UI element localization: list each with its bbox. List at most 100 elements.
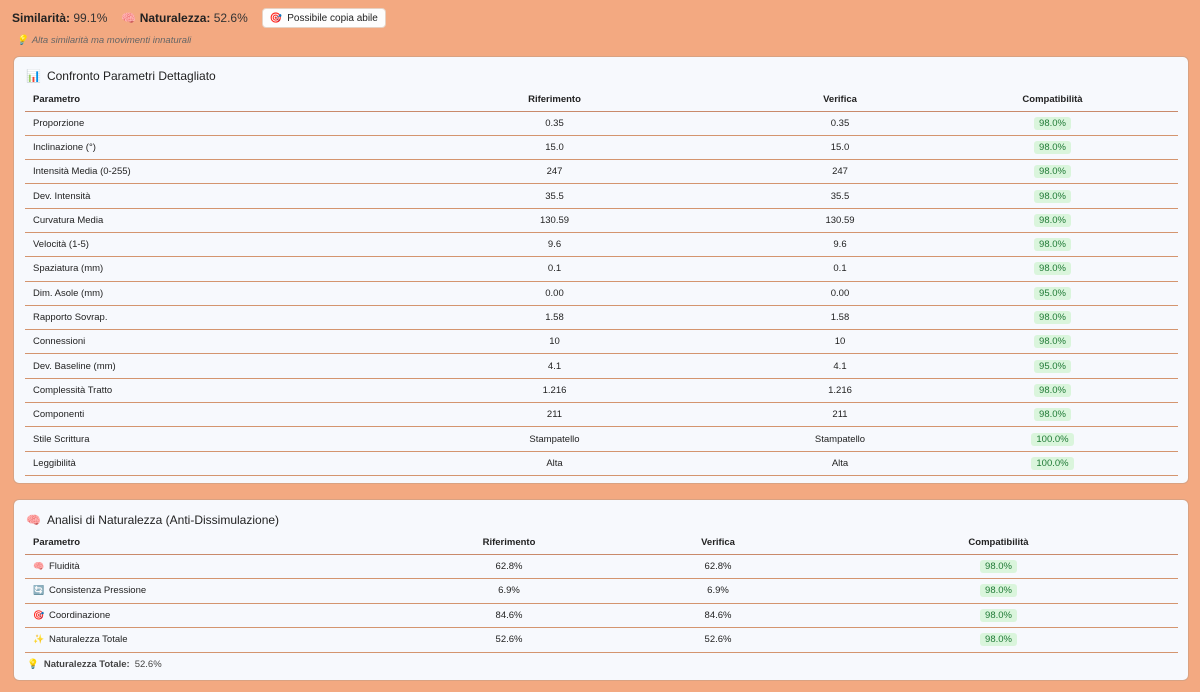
verdict-badge: 🎯 Possibile copia abile bbox=[261, 8, 386, 28]
ref-value: 247 bbox=[356, 159, 753, 185]
repeat-icon: 🔄 bbox=[33, 585, 45, 596]
ver-value: 1.58 bbox=[753, 305, 927, 331]
nat-compat-cell: 98.0% bbox=[819, 603, 1178, 628]
param-name: Intensità Media (0-255) bbox=[25, 159, 356, 185]
table-row: Curvatura Media 130.59 130.59 98.0% bbox=[25, 208, 1178, 233]
ref-value: 15.0 bbox=[356, 135, 753, 161]
nat-ref-value: 62.8% bbox=[401, 554, 617, 579]
nat-ver-value: 62.8% bbox=[617, 554, 819, 579]
ver-value: Alta bbox=[753, 451, 927, 476]
compat-cell: 100.0% bbox=[927, 426, 1178, 452]
nat-param-name: 🎯 Coordinazione bbox=[25, 603, 401, 628]
ref-value: 130.59 bbox=[356, 208, 753, 233]
compat-cell: 98.0% bbox=[927, 256, 1178, 282]
param-table-header: Parametro Riferimento Verifica Compatibilit… bbox=[25, 89, 1178, 112]
col-header-verifica: Verifica bbox=[753, 89, 927, 112]
table-row: ✨ Naturalezza Totale 52.6% 52.6% 98.0% bbox=[25, 627, 1178, 653]
ref-value: 0.35 bbox=[356, 111, 753, 136]
ref-value: 35.5 bbox=[356, 183, 753, 209]
compat-cell: 98.0% bbox=[927, 305, 1178, 331]
compat-badge: 98.0% bbox=[980, 633, 1017, 647]
ver-value: 15.0 bbox=[753, 135, 927, 161]
compat-badge: 98.0% bbox=[1034, 189, 1071, 203]
nat-card-title-text: Analisi di Naturalezza (Anti-Dissimulazi… bbox=[46, 513, 280, 527]
nat-param-name: ✨ Naturalezza Totale bbox=[25, 627, 401, 653]
table-row: Inclinazione (°) 15.0 15.0 98.0% bbox=[25, 135, 1178, 161]
ver-value: 0.1 bbox=[753, 256, 927, 282]
hint-text: 💡 Alta similarità ma movimenti innatural… bbox=[16, 35, 191, 46]
brain-icon: 🧠 bbox=[26, 513, 41, 527]
nat-param-label: Coordinazione bbox=[49, 609, 111, 621]
col-header-parametro: Parametro bbox=[25, 89, 356, 112]
ref-value: Alta bbox=[356, 451, 753, 476]
ver-value: 10 bbox=[753, 329, 927, 355]
col-header-compat: Compatibilità bbox=[927, 89, 1178, 112]
table-row: 🔄 Consistenza Pressione 6.9% 6.9% 98.0% bbox=[25, 578, 1178, 604]
param-name: Inclinazione (°) bbox=[25, 135, 356, 161]
ref-value: 9.6 bbox=[356, 232, 753, 258]
compat-badge: 98.0% bbox=[980, 608, 1017, 622]
ref-value: 10 bbox=[356, 329, 753, 355]
param-card-title: 📊 Confronto Parametri Dettagliato bbox=[26, 69, 216, 83]
verdict-label: Possibile copia abile bbox=[287, 12, 378, 24]
naturalness-summary: 💡 Naturalezza Totale: 52.6% bbox=[27, 659, 162, 670]
table-row: Spaziatura (mm) 0.1 0.1 98.0% bbox=[25, 256, 1178, 282]
nat-param-name: 🔄 Consistenza Pressione bbox=[25, 578, 401, 604]
nat-col-header-riferimento: Riferimento bbox=[401, 532, 617, 555]
ref-value: 4.1 bbox=[356, 353, 753, 379]
param-name: Dev. Baseline (mm) bbox=[25, 353, 356, 379]
hint-message: Alta similarità ma movimenti innaturali bbox=[31, 35, 192, 46]
compat-badge: 98.0% bbox=[1034, 408, 1071, 422]
nat-ver-value: 52.6% bbox=[617, 627, 819, 653]
ver-value: 247 bbox=[753, 159, 927, 185]
nat-ref-value: 6.9% bbox=[401, 578, 617, 604]
table-row: Connessioni 10 10 98.0% bbox=[25, 329, 1178, 355]
param-name: Proporzione bbox=[25, 111, 356, 136]
table-row: Intensità Media (0-255) 247 247 98.0% bbox=[25, 159, 1178, 185]
ver-value: Stampatello bbox=[753, 426, 927, 452]
param-name: Velocità (1-5) bbox=[25, 232, 356, 258]
target-icon: 🎯 bbox=[33, 609, 45, 620]
brain-icon: 🧠 bbox=[121, 11, 137, 25]
compat-badge: 100.0% bbox=[1031, 432, 1074, 446]
compat-badge: 98.0% bbox=[1034, 213, 1071, 227]
param-card-title-text: Confronto Parametri Dettagliato bbox=[46, 69, 216, 83]
param-name: Stile Scrittura bbox=[25, 426, 356, 452]
param-name: Dev. Intensità bbox=[25, 183, 356, 209]
compat-cell: 98.0% bbox=[927, 378, 1178, 404]
naturalness-summary-value: 52.6% bbox=[134, 659, 162, 670]
param-name: Leggibilità bbox=[25, 451, 356, 476]
nat-ref-value: 52.6% bbox=[401, 627, 617, 653]
compat-badge: 95.0% bbox=[1034, 359, 1071, 373]
param-name: Rapporto Sovrap. bbox=[25, 305, 356, 331]
table-row: Dim. Asole (mm) 0.00 0.00 95.0% bbox=[25, 281, 1178, 306]
table-row: Rapporto Sovrap. 1.58 1.58 98.0% bbox=[25, 305, 1178, 331]
ref-value: 0.1 bbox=[356, 256, 753, 282]
param-name: Connessioni bbox=[25, 329, 356, 355]
ver-value: 0.35 bbox=[753, 111, 927, 136]
param-name: Curvatura Media bbox=[25, 208, 356, 233]
nat-compat-cell: 98.0% bbox=[819, 578, 1178, 604]
ref-value: Stampatello bbox=[356, 426, 753, 452]
naturalness-card: 🧠 Analisi di Naturalezza (Anti-Dissimula… bbox=[13, 499, 1189, 681]
compat-badge: 98.0% bbox=[1034, 238, 1071, 252]
nat-param-label: Consistenza Pressione bbox=[49, 585, 147, 597]
compat-badge: 95.0% bbox=[1034, 286, 1071, 300]
target-icon: 🎯 bbox=[269, 12, 283, 24]
compat-cell: 98.0% bbox=[927, 402, 1178, 428]
sparkles-icon: ✨ bbox=[33, 634, 45, 645]
compat-cell: 98.0% bbox=[927, 208, 1178, 233]
ver-value: 35.5 bbox=[753, 183, 927, 209]
param-comparison-card: 📊 Confronto Parametri Dettagliato Parame… bbox=[13, 56, 1189, 484]
table-row: Velocità (1-5) 9.6 9.6 98.0% bbox=[25, 232, 1178, 258]
compat-cell: 98.0% bbox=[927, 111, 1178, 136]
ver-value: 1.216 bbox=[753, 378, 927, 404]
naturalness-value: 52.6% bbox=[213, 11, 248, 25]
compat-cell: 95.0% bbox=[927, 353, 1178, 379]
naturalness-metric: 🧠 Naturalezza: 52.6% bbox=[121, 11, 247, 25]
naturalness-label: Naturalezza: bbox=[139, 11, 211, 25]
param-table: Parametro Riferimento Verifica Compatibilit… bbox=[25, 89, 1178, 476]
param-name: Dim. Asole (mm) bbox=[25, 281, 356, 306]
nat-param-label: Naturalezza Totale bbox=[49, 634, 128, 646]
nat-col-header-parametro: Parametro bbox=[25, 532, 401, 555]
